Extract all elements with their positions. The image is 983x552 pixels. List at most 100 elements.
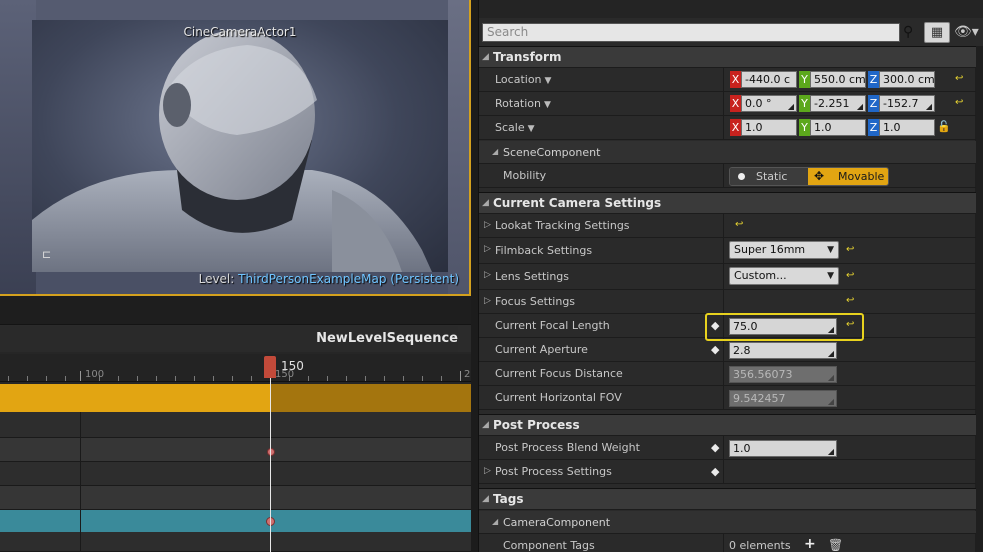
grid-line <box>80 412 81 552</box>
level-value: ThirdPersonExampleMap (Persistent) <box>238 272 459 286</box>
drag-spin-icon: ◢ <box>827 373 834 382</box>
move-arrows-icon: ✥ <box>814 169 825 183</box>
search-input[interactable]: Search <box>482 23 900 42</box>
category-post-process[interactable]: ◢ Post Process <box>479 414 976 436</box>
reset-to-default-icon[interactable]: ↩ <box>846 270 854 281</box>
mobility-toggle[interactable]: Static ✥ Movable <box>729 167 889 186</box>
collapse-arrow-icon[interactable]: ◢ <box>482 198 489 208</box>
mobility-movable-button[interactable]: ✥ Movable <box>808 168 888 185</box>
timeline-ruler[interactable]: 100 150 2 <box>0 354 471 382</box>
location-y-field[interactable]: 550.0 cm <box>810 71 866 88</box>
lens-row[interactable]: ▷ Lens Settings Custom... ▼ ↩ <box>479 264 976 290</box>
axis-z-label: Z <box>868 71 879 88</box>
blend-weight-label: Post Process Blend Weight <box>495 441 640 454</box>
camera-cut-section[interactable] <box>0 384 270 412</box>
expand-arrow-icon[interactable]: ▷ <box>484 220 491 230</box>
location-x-field[interactable]: -440.0 c <box>741 71 797 88</box>
reset-to-default-icon[interactable]: ↩ <box>955 97 963 108</box>
add-key-icon[interactable]: ◆ <box>711 441 719 454</box>
track-row[interactable] <box>0 532 471 552</box>
aperture-field[interactable]: 2.8 ◢ <box>729 342 837 359</box>
lens-preset-dropdown[interactable]: Custom... ▼ <box>729 267 839 285</box>
rotation-x-field[interactable]: 0.0 ° ◢ <box>741 95 797 112</box>
track-row[interactable] <box>0 462 471 486</box>
viewport-background <box>0 0 469 22</box>
reset-to-default-icon[interactable]: ↩ <box>735 219 743 230</box>
scale-x-field[interactable]: 1.0 <box>741 119 797 136</box>
property-matrix-button[interactable]: ▦ <box>924 22 950 43</box>
add-key-icon[interactable]: ◆ <box>711 465 719 478</box>
reset-to-default-icon[interactable]: ↩ <box>955 73 963 84</box>
chevron-down-icon[interactable]: ▼ <box>528 124 535 134</box>
track-row[interactable] <box>0 412 471 438</box>
axis-x-label: X <box>730 95 741 112</box>
plus-icon[interactable]: + <box>804 536 816 552</box>
location-z-field[interactable]: 300.0 cm <box>879 71 935 88</box>
rotation-y-field[interactable]: -2.251 ◢ <box>810 95 866 112</box>
axis-y-label: Y <box>799 95 810 112</box>
camera-name-label: CineCameraActor1 <box>183 25 297 39</box>
filmback-preset-dropdown[interactable]: Super 16mm ▼ <box>729 241 839 259</box>
drag-spin-icon[interactable]: ◢ <box>828 346 834 358</box>
collapse-arrow-icon[interactable]: ◢ <box>482 52 489 62</box>
category-transform[interactable]: ◢ Transform <box>479 46 976 68</box>
add-key-icon[interactable]: ◆ <box>711 343 719 356</box>
rotation-y-value: -2.251 <box>814 97 850 110</box>
sequencer-panel: NewLevelSequence 100 150 2 150 <box>0 296 471 552</box>
rotation-label[interactable]: Rotation ▼ <box>495 97 551 110</box>
collapse-arrow-icon[interactable]: ◢ <box>492 147 498 156</box>
scale-y-field[interactable]: 1.0 <box>810 119 866 136</box>
mobility-label: Mobility <box>503 169 547 182</box>
post-process-settings-label: Post Process Settings <box>495 465 612 478</box>
drag-spin-icon[interactable]: ◢ <box>828 444 834 456</box>
expand-arrow-icon[interactable]: ▷ <box>484 466 491 476</box>
post-process-settings-row[interactable]: ▷ Post Process Settings ◆ <box>479 460 976 484</box>
viewport-background-right <box>448 0 469 294</box>
scale-label[interactable]: Scale ▼ <box>495 121 535 134</box>
chevron-down-icon[interactable]: ▼ <box>544 100 551 110</box>
trash-icon[interactable]: 🗑 <box>828 538 843 552</box>
reset-to-default-icon[interactable]: ↩ <box>846 244 854 255</box>
lookat-row[interactable]: ▷ Lookat Tracking Settings ↩ <box>479 214 976 238</box>
reset-to-default-icon[interactable]: ↩ <box>846 295 854 306</box>
location-label[interactable]: Location ▼ <box>495 73 551 86</box>
focus-settings-label: Focus Settings <box>495 295 576 308</box>
expand-arrow-icon[interactable]: ▷ <box>484 270 491 280</box>
lock-icon[interactable]: 🔓 <box>937 120 951 133</box>
movable-label: Movable <box>838 170 885 183</box>
focus-settings-row[interactable]: ▷ Focus Settings ↩ <box>479 290 976 314</box>
track-row[interactable] <box>0 486 471 510</box>
focus-distance-label: Current Focus Distance <box>495 367 623 380</box>
camera-viewport[interactable]: CineCameraActor1 ⊏ Level: ThirdPersonExa… <box>0 0 471 296</box>
rotation-z-field[interactable]: -152.7 ◢ <box>879 95 935 112</box>
focal-length-track[interactable] <box>0 510 471 532</box>
subcategory-scenecomponent[interactable]: ◢ SceneComponent <box>479 141 976 164</box>
collapse-arrow-icon[interactable]: ◢ <box>492 517 498 526</box>
track-row[interactable] <box>0 438 471 462</box>
category-current-camera-settings[interactable]: ◢ Current Camera Settings <box>479 192 976 214</box>
keyframe[interactable] <box>267 448 275 456</box>
subcategory-label: SceneComponent <box>503 146 601 159</box>
drag-spin-icon[interactable]: ◢ <box>926 99 932 111</box>
drag-spin-icon[interactable]: ◢ <box>788 99 794 111</box>
playhead-frame: 150 <box>281 359 304 373</box>
expand-arrow-icon[interactable]: ▷ <box>484 296 491 306</box>
scale-z-field[interactable]: 1.0 <box>879 119 935 136</box>
playhead-handle[interactable] <box>264 356 276 378</box>
collapse-arrow-icon[interactable]: ◢ <box>482 494 489 504</box>
expand-arrow-icon[interactable]: ▷ <box>484 244 491 254</box>
scrollbar[interactable] <box>975 46 983 552</box>
blend-weight-field[interactable]: 1.0 ◢ <box>729 440 837 457</box>
chevron-down-icon[interactable]: ▼ <box>545 76 552 86</box>
subcategory-cameracomponent[interactable]: ◢ CameraComponent <box>479 511 976 534</box>
filmback-row[interactable]: ▷ Filmback Settings Super 16mm ▼ ↩ <box>479 238 976 264</box>
sequence-title: NewLevelSequence <box>0 326 458 352</box>
eye-icon[interactable]: 👁▾ <box>954 24 982 42</box>
hfov-row: Current Horizontal FOV 9.542457 ◢ <box>479 386 976 410</box>
hfov-field: 9.542457 ◢ <box>729 390 837 407</box>
search-icon[interactable]: ⚲ <box>903 24 917 40</box>
drag-spin-icon[interactable]: ◢ <box>857 99 863 111</box>
collapse-arrow-icon[interactable]: ◢ <box>482 420 489 430</box>
mobility-static-button[interactable]: Static <box>730 168 808 185</box>
category-tags[interactable]: ◢ Tags <box>479 488 976 510</box>
